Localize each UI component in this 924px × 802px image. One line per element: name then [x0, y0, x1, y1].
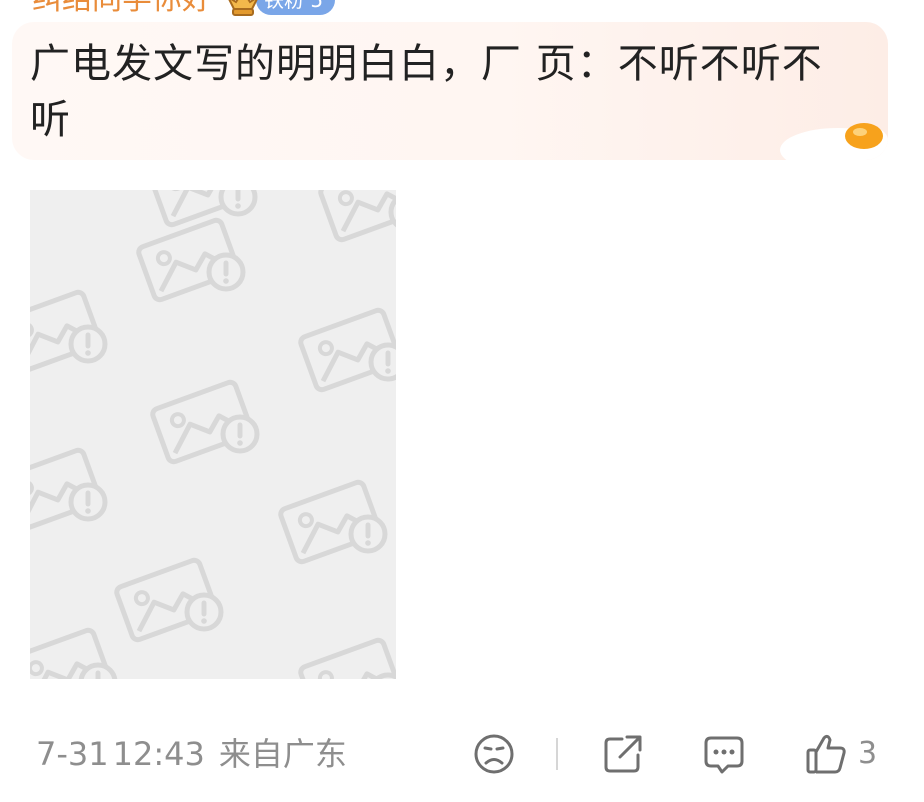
comment-button[interactable]: [702, 732, 746, 776]
badge-label: 铁粉 5: [256, 0, 336, 15]
comment-header: 纠结同学你好 铁粉 5: [32, 0, 336, 20]
like-button[interactable]: 3: [804, 732, 877, 776]
sad-face-icon: [474, 734, 514, 774]
thumbs-up-icon: [806, 734, 846, 774]
comment-card: 纠结同学你好 铁粉 5 广电发文写的明明白白，厂 页：不听不听不听: [0, 0, 924, 802]
comment-text: 广电发文写的明明白白，厂 页：不听不听不听: [30, 41, 823, 143]
comment-meta: 7-31 12:43 来自广东: [36, 732, 347, 776]
comment-location: 来自广东: [218, 735, 347, 773]
comment-date: 7-31: [36, 735, 109, 773]
comment-footer: 7-31 12:43 来自广东 3: [0, 724, 924, 784]
fried-egg-icon: [780, 123, 888, 160]
comment-time: 12:43: [112, 735, 205, 773]
like-count: 3: [858, 736, 878, 771]
comment-icon: [704, 736, 744, 774]
image-placeholder[interactable]: [30, 190, 396, 679]
fan-badge[interactable]: 铁粉 5: [224, 0, 336, 17]
comment-bubble: 广电发文写的明明白白，厂 页：不听不听不听: [12, 22, 888, 160]
crown-icon: [224, 0, 262, 17]
broken-image-pattern: [30, 190, 396, 679]
username[interactable]: 纠结同学你好: [32, 0, 212, 20]
share-icon: [604, 735, 642, 773]
emoji-reaction-button[interactable]: [472, 732, 516, 776]
share-button[interactable]: [602, 732, 644, 776]
divider: [556, 738, 558, 770]
